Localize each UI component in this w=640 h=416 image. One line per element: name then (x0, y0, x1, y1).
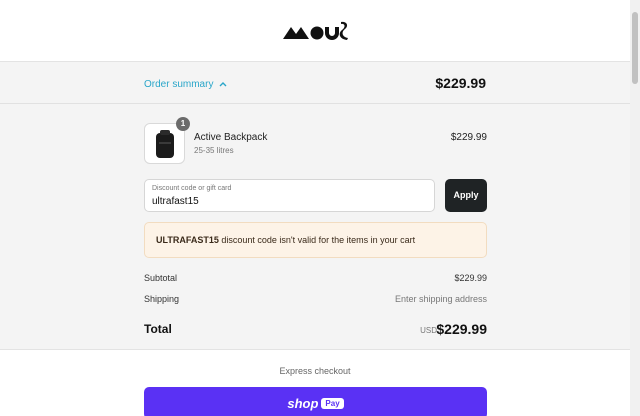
total-label: Total (144, 322, 172, 336)
discount-error-banner: ULTRAFAST15 discount code isn't valid fo… (144, 222, 487, 258)
express-checkout-label: Express checkout (279, 366, 351, 376)
shop-pay-pay-pill: Pay (321, 397, 344, 409)
discount-code-field[interactable]: Discount code or gift card ultrafast15 (144, 179, 435, 212)
summary-toggle-row: Order summary $229.99 (0, 62, 630, 104)
header: mous (0, 0, 630, 62)
page-scrollbar[interactable] (630, 0, 640, 416)
shipping-label: Shipping (144, 294, 180, 304)
summary-total: $229.99 (435, 75, 486, 91)
item-price: $229.99 (450, 132, 487, 143)
mous-logo-icon (283, 21, 348, 40)
order-summary-toggle[interactable]: Order summary (144, 77, 227, 91)
shop-pay-button[interactable]: shop Pay (144, 387, 487, 416)
item-name: Active Backpack (194, 132, 268, 143)
discount-field-label: Discount code or gift card (152, 185, 232, 192)
backpack-icon (156, 130, 174, 158)
shipping-value: Enter shipping address (394, 294, 487, 304)
order-summary: Order summary $229.99 1 Active Backpack … (0, 62, 630, 350)
error-code: ULTRAFAST15 (156, 235, 219, 245)
chevron-up-icon (219, 82, 227, 87)
quantity-badge: 1 (176, 117, 190, 131)
item-variant: 25-35 litres (194, 146, 234, 155)
apply-button[interactable]: Apply (445, 179, 487, 212)
total-currency: USD (420, 326, 437, 335)
scrollbar-thumb[interactable] (632, 12, 638, 84)
total-amount: $229.99 (436, 321, 487, 337)
total-row: Total USD $229.99 (144, 320, 487, 340)
order-summary-toggle-label: Order summary (144, 78, 214, 90)
error-message: discount code isn't valid for the items … (218, 235, 416, 245)
brand-logo[interactable]: mous (283, 18, 349, 42)
subtotal-value: $229.99 (454, 273, 487, 283)
subtotal-row: Subtotal $229.99 (144, 273, 487, 287)
shop-pay-shop-word: shop (287, 395, 319, 411)
discount-field-value[interactable]: ultrafast15 (152, 196, 199, 207)
subtotal-label: Subtotal (144, 273, 178, 283)
cart-item: 1 Active Backpack 25-35 litres $229.99 (144, 117, 487, 165)
shipping-row: Shipping Enter shipping address (144, 294, 487, 308)
